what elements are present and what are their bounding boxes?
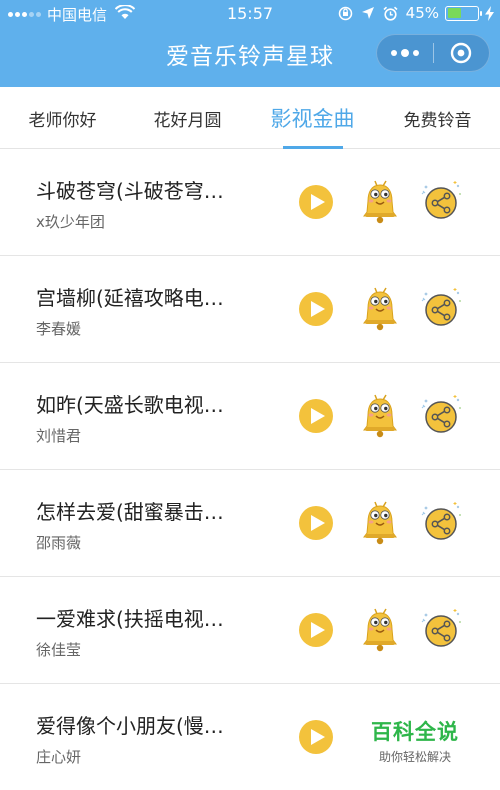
share-button[interactable]: [418, 607, 464, 653]
watermark-logo: 百科全说 助你轻松解决: [360, 716, 470, 765]
set-ringtone-button[interactable]: [360, 393, 400, 439]
song-title: 斗破苍穹(斗破苍穹…: [36, 179, 224, 203]
song-row[interactable]: 一爱难求(扶摇电视… 徐佳莹: [0, 577, 500, 684]
song-row[interactable]: 如昨(天盛长歌电视… 刘惜君: [0, 363, 500, 470]
song-title: 爱得像个小朋友(慢…: [36, 714, 224, 738]
battery-level: [447, 8, 461, 18]
more-dots-icon: [391, 50, 397, 56]
share-icon: [421, 288, 461, 326]
play-button[interactable]: [299, 506, 333, 540]
song-artist: x玖少年团: [36, 213, 105, 231]
play-button[interactable]: [299, 185, 333, 219]
mini-program-capsule: [376, 34, 490, 72]
play-button[interactable]: [299, 292, 333, 326]
bell-icon: [363, 180, 397, 224]
tab-free-ringtones[interactable]: 免费铃音: [375, 87, 500, 149]
song-row[interactable]: 怎样去爱(甜蜜暴击… 邵雨薇: [0, 470, 500, 577]
song-title: 一爱难求(扶摇电视…: [36, 607, 224, 631]
song-artist: 徐佳莹: [36, 641, 82, 659]
tab-film-tv-hits[interactable]: 影视金曲: [250, 87, 375, 149]
tab-label: 老师你好: [28, 110, 97, 131]
share-icon: [421, 181, 461, 219]
play-icon: [310, 729, 325, 745]
target-close-icon: [451, 42, 472, 64]
bell-icon: [363, 287, 397, 331]
play-button[interactable]: [299, 613, 333, 647]
play-icon: [310, 515, 325, 531]
song-row[interactable]: 宫墙柳(延禧攻略电… 李春媛: [0, 256, 500, 363]
watermark-title: 百科全说: [371, 720, 459, 744]
charging-icon: [485, 5, 494, 21]
more-menu-button[interactable]: [377, 34, 433, 72]
share-button[interactable]: [418, 393, 464, 439]
tab-teacher-hello[interactable]: 老师你好: [0, 87, 125, 149]
location-icon: [361, 6, 375, 20]
tab-label: 花好月圆: [153, 110, 222, 131]
song-title: 宫墙柳(延禧攻略电…: [36, 286, 224, 310]
play-icon: [310, 301, 325, 317]
status-bar: 中国电信 15:57 45%: [0, 0, 500, 28]
watermark-subtitle: 助你轻松解决: [378, 750, 451, 764]
song-artist: 刘惜君: [36, 427, 82, 445]
song-list: 斗破苍穹(斗破苍穹… x玖少年团 宫墙柳(延禧攻略电… 李春媛 如昨(天盛长歌电…: [0, 149, 500, 790]
song-title: 如昨(天盛长歌电视…: [36, 393, 224, 417]
share-icon: [421, 502, 461, 540]
song-title: 怎样去爱(甜蜜暴击…: [36, 500, 224, 524]
play-button[interactable]: [299, 399, 333, 433]
share-button[interactable]: [418, 179, 464, 225]
alarm-icon: [383, 6, 398, 21]
play-icon: [310, 194, 325, 210]
share-icon: [421, 609, 461, 647]
bell-icon: [363, 394, 397, 438]
close-mini-program-button[interactable]: [434, 34, 489, 72]
share-icon: [421, 395, 461, 433]
tab-flowers-moon[interactable]: 花好月圆: [125, 87, 250, 149]
set-ringtone-button[interactable]: [360, 607, 400, 653]
set-ringtone-button[interactable]: [360, 179, 400, 225]
song-artist: 庄心妍: [36, 748, 82, 766]
battery-icon: [445, 5, 482, 21]
share-button[interactable]: [418, 500, 464, 546]
battery-percent: 45%: [405, 4, 439, 22]
song-artist: 邵雨薇: [36, 534, 82, 552]
play-icon: [310, 408, 325, 424]
bell-icon: [363, 608, 397, 652]
orientation-lock-icon: [338, 6, 353, 21]
play-icon: [310, 622, 325, 638]
tab-label: 免费铃音: [403, 110, 472, 131]
bell-icon: [363, 501, 397, 545]
play-button[interactable]: [299, 720, 333, 754]
category-tabs: 老师你好 花好月圆 影视金曲 免费铃音: [0, 87, 500, 149]
song-row[interactable]: 斗破苍穹(斗破苍穹… x玖少年团: [0, 149, 500, 256]
song-artist: 李春媛: [36, 320, 82, 338]
share-button[interactable]: [418, 286, 464, 332]
set-ringtone-button[interactable]: [360, 286, 400, 332]
set-ringtone-button[interactable]: [360, 500, 400, 546]
top-bar: 中国电信 15:57 45% 爱音乐铃声星球: [0, 0, 500, 87]
tab-label: 影视金曲: [270, 107, 355, 131]
